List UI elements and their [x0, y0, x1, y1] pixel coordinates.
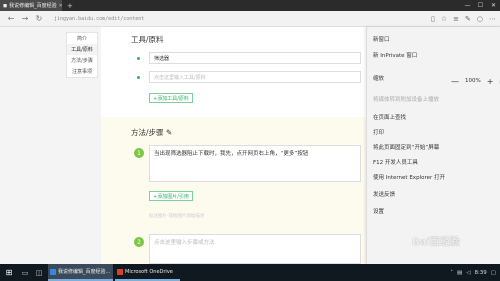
menu-zoom-label: 缩放: [373, 76, 385, 82]
title-bar: ◼ 我说修编辑_百度经验 ✕ + — ☐ ✕: [0, 0, 500, 11]
address-bar: ← → ↻ jingyan.baidu.com/edit/content ▯ ☆…: [0, 11, 500, 27]
reading-view-icon[interactable]: ▯: [431, 15, 435, 23]
baidu-watermark-logo: Bai百经验: [412, 237, 460, 248]
nav-item-steps[interactable]: 方法/步骤: [67, 55, 97, 66]
menu-settings[interactable]: 设置: [373, 207, 384, 215]
more-actions-menu: 新窗口 新 InPrivate 窗口 缩放 — 100% + ⤢ 将媒体转到附加…: [366, 27, 500, 264]
step2-textarea[interactable]: 点击这里输入步骤或方法: [149, 234, 361, 264]
minimize-icon[interactable]: —: [461, 0, 474, 11]
hub-icon[interactable]: ≡: [453, 15, 459, 23]
bullet-icon: [137, 76, 140, 79]
taskbar: ⊞ ▭ ◫ 我说修编辑_百度经验... Microsoft OneDrive ˄…: [0, 264, 500, 281]
add-image-hint: 标注图片·或给图片添加描述: [149, 214, 205, 219]
tray-arrow-icon[interactable]: ˄: [450, 270, 453, 276]
notifications-icon[interactable]: ▢: [491, 270, 496, 276]
tools-title: 工具/原料: [131, 35, 164, 44]
taskbar-search-icon[interactable]: ▭: [18, 269, 32, 277]
taskbar-onedrive-item[interactable]: Microsoft OneDrive: [115, 264, 180, 281]
edge-icon: [50, 268, 56, 275]
taskbar-edge-item[interactable]: 我说修编辑_百度经验...: [48, 264, 113, 281]
menu-pin-start[interactable]: 将此页面固定到“开始”屏幕: [373, 143, 439, 151]
menu-find[interactable]: 在页面上查找: [373, 113, 406, 121]
edit-pencil-icon[interactable]: ✎: [166, 128, 172, 137]
onedrive-icon: [117, 268, 123, 275]
forward-icon[interactable]: →: [18, 14, 32, 23]
editor-main: 工具/原料 筛选器 点击这里输入工具/原料 +添加工具/原料 方法/步骤 ✎ 1…: [101, 27, 390, 264]
menu-cast[interactable]: 将媒体转到附加设备上播放: [373, 95, 439, 103]
new-tab-icon[interactable]: +: [67, 2, 73, 10]
step-number-badge: 2: [134, 237, 144, 247]
url-field[interactable]: jingyan.baidu.com/edit/content: [54, 16, 144, 22]
taskbar-clock[interactable]: 8:39: [474, 270, 486, 276]
share-icon[interactable]: ○: [477, 15, 483, 23]
add-tool-button[interactable]: +添加工具/原料: [149, 93, 193, 103]
menu-open-ie[interactable]: 使用 Internet Explorer 打开: [373, 173, 445, 181]
maximize-icon[interactable]: ☐: [474, 0, 487, 11]
browser-tab[interactable]: ◼ 我说修编辑_百度经验 ✕: [0, 0, 62, 11]
more-icon[interactable]: ⋯: [489, 15, 496, 23]
zoom-controls: — 100% + ⤢: [451, 76, 500, 86]
nav-item-intro[interactable]: 简介: [67, 33, 97, 44]
zoom-out-icon[interactable]: —: [451, 77, 459, 86]
add-image-button[interactable]: +添加图片/引用: [149, 191, 193, 201]
nav-item-notes[interactable]: 注意事项: [67, 66, 97, 77]
step1-textarea[interactable]: 当出现筛选器阻止下载时，我先，点开网页右上角，“更多”按钮: [149, 145, 361, 182]
taskbar-task2-label: Microsoft OneDrive: [125, 268, 173, 275]
steps-title: 方法/步骤 ✎: [131, 128, 173, 137]
zoom-value: 100%: [465, 78, 481, 84]
taskbar-task1-label: 我说修编辑_百度经验...: [58, 269, 111, 275]
tab-title: 我说修编辑_百度经验: [9, 3, 57, 9]
menu-print[interactable]: 打印: [373, 128, 384, 136]
favorites-icon[interactable]: ☆: [441, 15, 447, 23]
tab-favicon-icon: ◼: [3, 2, 8, 9]
system-tray: ˄ ▤ ◁ 8:39 ▢: [450, 270, 500, 276]
menu-f12[interactable]: F12 开发人员工具: [373, 158, 418, 166]
tab-close-icon[interactable]: ✕: [59, 3, 62, 9]
back-icon[interactable]: ←: [4, 14, 18, 23]
zoom-in-icon[interactable]: +: [487, 77, 494, 86]
refresh-icon[interactable]: ↻: [32, 14, 46, 23]
network-icon[interactable]: ▤: [457, 270, 462, 276]
bullet-icon: [137, 57, 140, 60]
web-note-icon[interactable]: ✎: [465, 15, 471, 23]
task-view-icon[interactable]: ◫: [32, 269, 46, 277]
start-windows-icon[interactable]: ⊞: [0, 264, 18, 281]
menu-new-window[interactable]: 新窗口: [373, 35, 390, 43]
left-nav: 简介 工具/原料 方法/步骤 注意事项: [66, 32, 98, 78]
step-number-badge: 1: [134, 148, 144, 158]
nav-item-tools[interactable]: 工具/原料: [67, 44, 97, 55]
menu-inprivate[interactable]: 新 InPrivate 窗口: [373, 51, 417, 59]
close-window-icon[interactable]: ✕: [487, 0, 500, 11]
tool-input-2[interactable]: 点击这里输入工具/原料: [149, 71, 361, 83]
menu-feedback[interactable]: 发送反馈: [373, 190, 395, 198]
tool-input-1[interactable]: 筛选器: [149, 52, 361, 64]
volume-icon[interactable]: ◁: [466, 270, 470, 276]
